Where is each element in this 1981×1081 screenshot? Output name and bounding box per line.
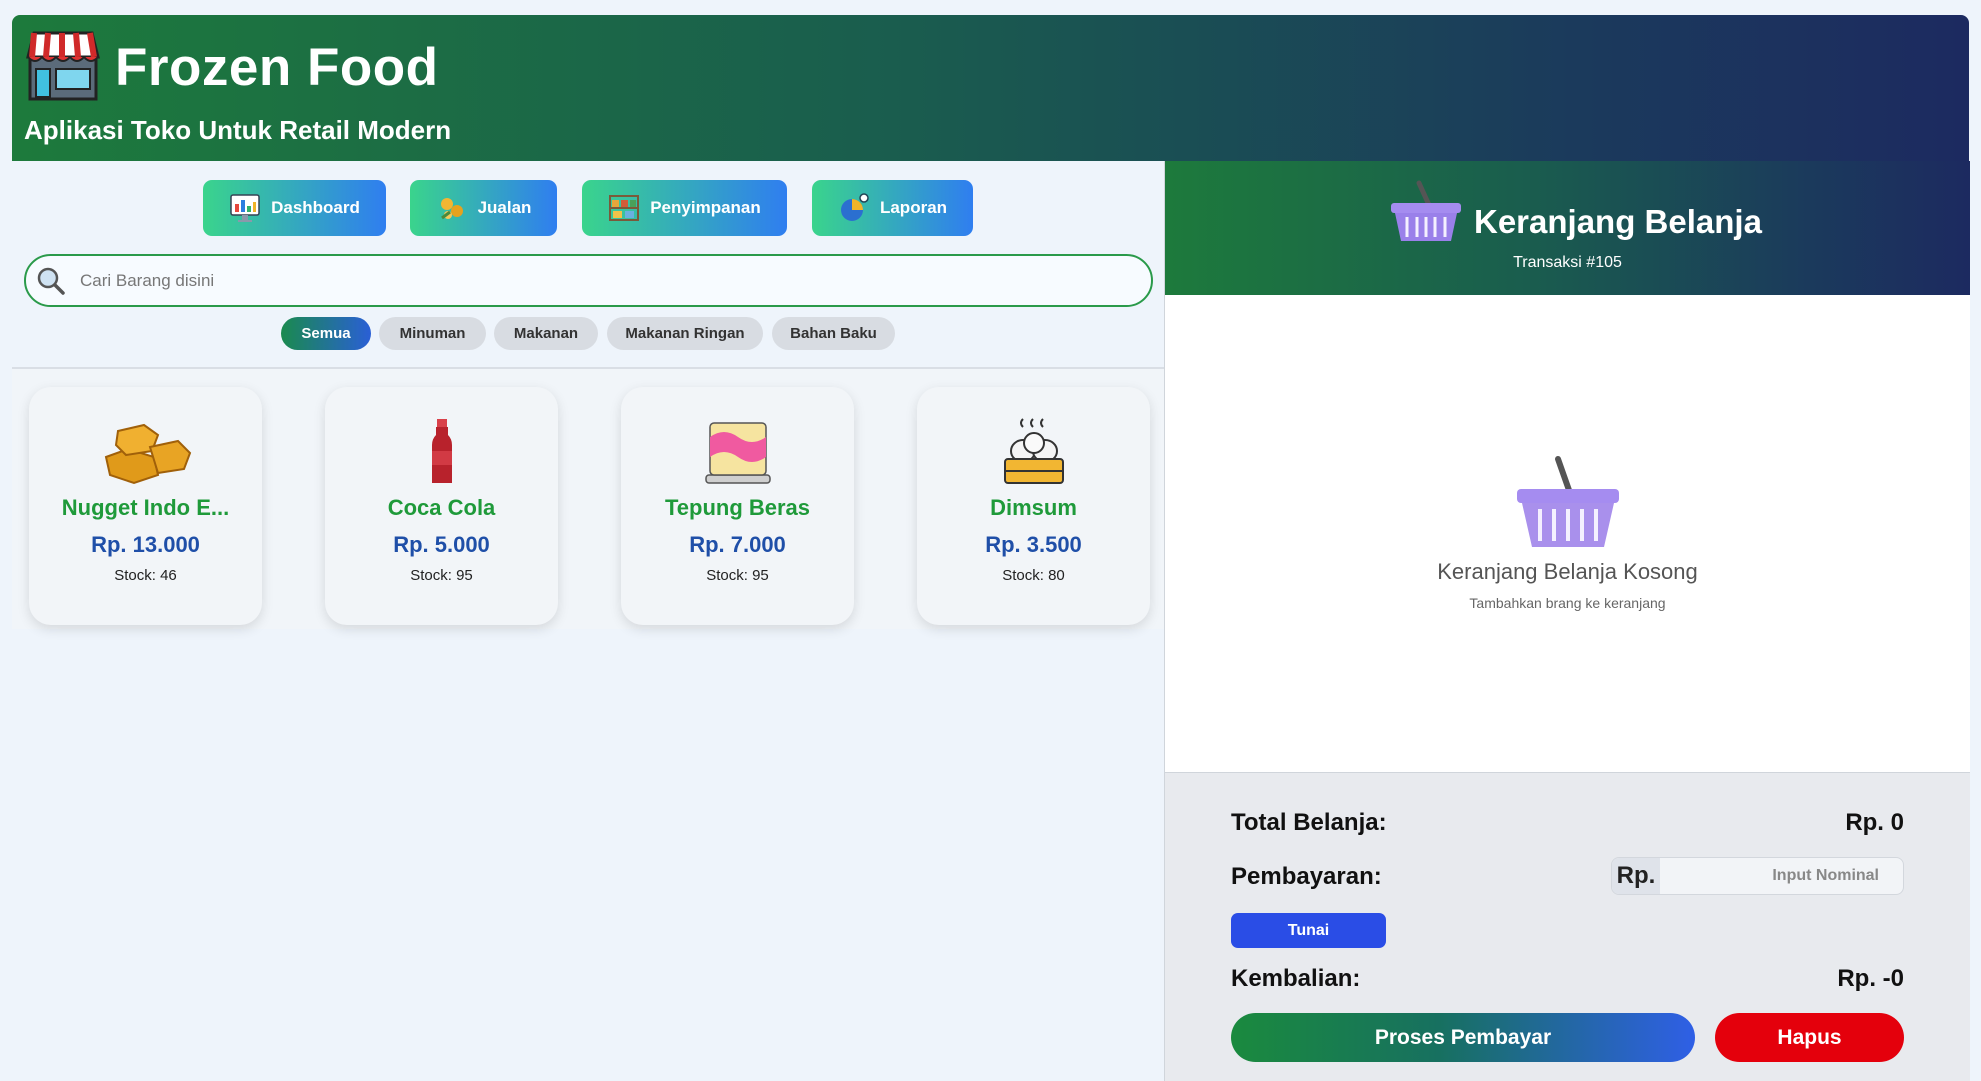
cake-icon [704, 422, 771, 484]
payment-method-tunai-button[interactable]: Tunai [1231, 913, 1386, 948]
product-card[interactable]: Dimsum Rp. 3.500 Stock: 80 [917, 387, 1150, 625]
product-panel: Dashboard Jualan Penyimpanan Laporan Car… [12, 161, 1164, 1081]
nav-laporan-label: Laporan [879, 198, 948, 217]
payment-amount-input[interactable] [1660, 858, 1903, 894]
product-price: Rp. 7.000 [689, 532, 786, 557]
store-icon [26, 31, 100, 101]
app-subtitle: Aplikasi Toko Untuk Retail Modern [24, 115, 452, 145]
product-name: Nugget Indo E... [61, 495, 230, 520]
search-icon [37, 267, 65, 295]
app-header: Frozen Food Aplikasi Toko Untuk Retail M… [12, 15, 1969, 161]
product-name: Coca Cola [387, 495, 496, 520]
product-grid: Nugget Indo E... Rp. 13.000 Stock: 46 Co… [12, 369, 1164, 629]
filter-bahan-baku[interactable]: Bahan Baku [772, 317, 895, 350]
cart-empty-state: Keranjang Belanja Kosong Tambahkan brang… [1165, 295, 1970, 772]
basket-icon [1391, 180, 1461, 241]
change-value: Rp. -0 [1837, 965, 1904, 992]
product-price: Rp. 5.000 [393, 532, 490, 557]
product-card[interactable]: Coca Cola Rp. 5.000 Stock: 95 [325, 387, 558, 625]
cart-header: Keranjang Belanja Transaksi #105 [1165, 161, 1970, 295]
product-card[interactable]: Tepung Beras Rp. 7.000 Stock: 95 [621, 387, 854, 625]
nav-jualan-label: Jualan [477, 198, 532, 217]
filter-minuman[interactable]: Minuman [379, 317, 486, 350]
process-payment-button[interactable]: Proses Pembayar [1231, 1013, 1695, 1062]
currency-prefix: Rp. [1612, 858, 1660, 894]
total-label: Total Belanja: [1231, 809, 1387, 836]
main-nav: Dashboard Jualan Penyimpanan Laporan [12, 180, 1164, 236]
product-stock: Stock: 95 [410, 567, 473, 584]
nav-dashboard-label: Dashboard [271, 198, 360, 217]
transaction-number: Transaksi #105 [1513, 254, 1622, 271]
sales-icon [440, 198, 463, 220]
app-title: Frozen Food [115, 38, 439, 97]
product-stock: Stock: 80 [1002, 567, 1065, 584]
filter-semua[interactable]: Semua [281, 317, 371, 350]
search-bar [24, 254, 1153, 307]
nav-jualan-button[interactable]: Jualan [410, 180, 557, 236]
product-stock: Stock: 95 [706, 567, 769, 584]
category-filters: Semua Minuman Makanan Makanan Ringan Bah… [12, 317, 1164, 351]
payment-label: Pembayaran: [1231, 863, 1382, 890]
nav-penyimpanan-button[interactable]: Penyimpanan [582, 180, 787, 236]
report-icon [840, 193, 869, 221]
product-price: Rp. 3.500 [985, 532, 1082, 557]
filter-makanan[interactable]: Makanan [494, 317, 598, 350]
filter-makanan-ringan[interactable]: Makanan Ringan [607, 317, 763, 350]
dashboard-icon [230, 194, 260, 222]
product-name: Dimsum [990, 495, 1077, 520]
nav-dashboard-button[interactable]: Dashboard [203, 180, 386, 236]
nugget-icon [104, 423, 191, 485]
payment-field: Rp. [1611, 857, 1904, 895]
search-input[interactable] [80, 270, 980, 291]
delete-button[interactable]: Hapus [1715, 1013, 1904, 1062]
cart-title: Keranjang Belanja [1474, 203, 1762, 240]
cart-panel: Keranjang Belanja Transaksi #105 Keranja… [1164, 161, 1970, 1081]
empty-basket-icon [1517, 456, 1619, 547]
product-price: Rp. 13.000 [91, 532, 200, 557]
storage-icon [609, 195, 640, 221]
product-name: Tepung Beras [664, 495, 811, 520]
total-value: Rp. 0 [1845, 809, 1904, 836]
payment-summary: Total Belanja: Rp. 0 Pembayaran: Rp. Tun… [1165, 772, 1970, 1081]
product-card[interactable]: Nugget Indo E... Rp. 13.000 Stock: 46 [29, 387, 262, 625]
empty-cart-subtitle: Tambahkan brang ke keranjang [1469, 595, 1666, 611]
dimsum-icon [1003, 418, 1064, 484]
empty-cart-title: Keranjang Belanja Kosong [1437, 559, 1698, 584]
change-label: Kembalian: [1231, 965, 1361, 992]
nav-laporan-button[interactable]: Laporan [812, 180, 973, 236]
bottle-icon [431, 419, 452, 483]
product-stock: Stock: 46 [114, 567, 177, 584]
nav-penyimpanan-label: Penyimpanan [650, 198, 761, 217]
